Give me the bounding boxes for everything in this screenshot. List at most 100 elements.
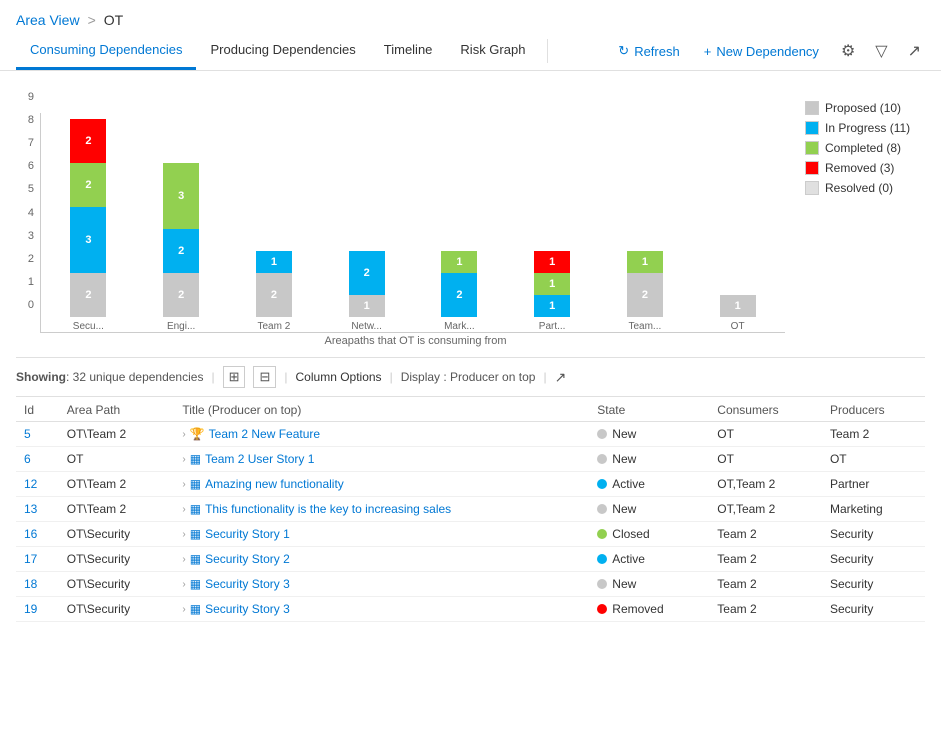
- col-header-state: State: [589, 397, 709, 422]
- work-item-icon: ▦: [190, 477, 201, 491]
- row-state: New: [612, 452, 636, 466]
- row-title-cell: › ▦ Amazing new functionality: [182, 477, 581, 491]
- row-state: New: [612, 427, 636, 441]
- tab-risk[interactable]: Risk Graph: [446, 32, 539, 70]
- y-label-4: 4: [28, 207, 34, 219]
- work-item-icon: ▦: [190, 527, 201, 541]
- row-state-badge: Closed: [597, 527, 701, 541]
- row-title[interactable]: Team 2 New Feature: [209, 427, 320, 441]
- bar-team-other[interactable]: 2 1 Team...: [602, 251, 689, 332]
- breadcrumb-sep: >: [88, 12, 96, 28]
- col-header-title: Title (Producer on top): [174, 397, 589, 422]
- row-id-19[interactable]: 19: [24, 602, 37, 616]
- row-consumers: Team 2: [709, 597, 822, 622]
- row-id-18[interactable]: 18: [24, 577, 37, 591]
- row-area-path: OT\Security: [59, 572, 175, 597]
- refresh-label: Refresh: [634, 44, 680, 59]
- legend-proposed: Proposed (10): [805, 101, 925, 115]
- breadcrumb-area[interactable]: Area View: [16, 12, 80, 28]
- bar-label-engineering: Engi...: [167, 321, 195, 332]
- legend-swatch-proposed: [805, 101, 819, 115]
- y-label-0: 0: [28, 299, 34, 311]
- tab-consuming[interactable]: Consuming Dependencies: [16, 32, 196, 70]
- work-item-icon: ▦: [190, 577, 201, 591]
- bar-label-team-other: Team...: [628, 321, 661, 332]
- bar-network[interactable]: 1 2 Netw...: [323, 251, 410, 332]
- expand-button[interactable]: ↗: [904, 37, 925, 65]
- row-title[interactable]: Amazing new functionality: [205, 477, 344, 491]
- filter-button[interactable]: ▽: [871, 37, 891, 65]
- plus-icon: +: [704, 44, 712, 59]
- row-id-16[interactable]: 16: [24, 527, 37, 541]
- chart-container: 9 8 7 6 5 4 3 2 1 0 2: [16, 91, 925, 347]
- nav-divider: [547, 39, 548, 63]
- row-id-12[interactable]: 12: [24, 477, 37, 491]
- row-area-path: OT\Security: [59, 522, 175, 547]
- nav-actions: ↻ Refresh + New Dependency ⚙ ▽ ↗: [612, 37, 925, 65]
- row-id-13[interactable]: 13: [24, 502, 37, 516]
- state-dot: [597, 554, 607, 564]
- page-header: Area View > OT: [0, 0, 941, 32]
- legend-label-inprogress: In Progress (11): [825, 121, 910, 135]
- bar-ot[interactable]: 1 OT: [694, 295, 781, 332]
- ungroup-icon-btn[interactable]: ⊟: [253, 366, 276, 388]
- legend-swatch-inprogress: [805, 121, 819, 135]
- row-title[interactable]: Security Story 1: [205, 527, 290, 541]
- chevron-right-icon: ›: [182, 604, 185, 615]
- bar-partner[interactable]: 1 1 1 Part...: [509, 251, 596, 332]
- expand-view-icon[interactable]: ↗: [555, 369, 567, 386]
- legend-label-resolved: Resolved (0): [825, 181, 893, 195]
- chevron-right-icon: ›: [182, 554, 185, 565]
- y-label-9: 9: [28, 91, 34, 103]
- display-label: Display : Producer on top: [401, 370, 536, 384]
- new-dependency-button[interactable]: + New Dependency: [698, 40, 825, 63]
- toolbar-sep-4: |: [543, 370, 546, 384]
- row-area-path: OT\Security: [59, 547, 175, 572]
- column-options-link[interactable]: Column Options: [296, 370, 382, 384]
- settings-button[interactable]: ⚙: [837, 37, 859, 65]
- row-producers: Security: [822, 572, 925, 597]
- row-producers: Partner: [822, 472, 925, 497]
- row-area-path: OT\Team 2: [59, 472, 175, 497]
- row-state-badge: New: [597, 502, 701, 516]
- chevron-right-icon: ›: [182, 479, 185, 490]
- row-state-badge: New: [597, 427, 701, 441]
- col-header-id: Id: [16, 397, 59, 422]
- refresh-button[interactable]: ↻ Refresh: [612, 39, 685, 63]
- bar-label-marketing: Mark...: [444, 321, 475, 332]
- bar-engineering[interactable]: 2 2 3 Engi...: [138, 163, 225, 332]
- row-title-cell: › ▦ Security Story 2: [182, 552, 581, 566]
- tab-producing[interactable]: Producing Dependencies: [196, 32, 369, 70]
- row-id-17[interactable]: 17: [24, 552, 37, 566]
- legend-swatch-removed: [805, 161, 819, 175]
- row-title[interactable]: Security Story 3: [205, 602, 290, 616]
- chart-x-title: Areapaths that OT is consuming from: [46, 335, 785, 347]
- row-title[interactable]: Team 2 User Story 1: [205, 452, 314, 466]
- bar-marketing[interactable]: 2 1 Mark...: [416, 251, 503, 332]
- row-id-6[interactable]: 6: [24, 452, 31, 466]
- row-consumers: Team 2: [709, 572, 822, 597]
- legend-swatch-completed: [805, 141, 819, 155]
- tab-timeline[interactable]: Timeline: [370, 32, 447, 70]
- y-label-1: 1: [28, 276, 34, 288]
- row-title[interactable]: Security Story 3: [205, 577, 290, 591]
- data-table: Id Area Path Title (Producer on top) Sta…: [16, 397, 925, 622]
- work-item-icon: ▦: [190, 452, 201, 466]
- row-producers: Security: [822, 522, 925, 547]
- row-id-5[interactable]: 5: [24, 427, 31, 441]
- bar-security[interactable]: 2 3 2 2 Secu...: [45, 119, 132, 332]
- row-state: Active: [612, 552, 645, 566]
- bar-team2[interactable]: 2 1 Team 2: [231, 251, 318, 332]
- row-state: Closed: [612, 527, 649, 541]
- refresh-icon: ↻: [618, 43, 629, 59]
- row-title[interactable]: This functionality is the key to increas…: [205, 502, 451, 516]
- bar-label-ot: OT: [731, 321, 745, 332]
- y-label-8: 8: [28, 114, 34, 126]
- row-producers: OT: [822, 447, 925, 472]
- row-title[interactable]: Security Story 2: [205, 552, 290, 566]
- table-row: 13 OT\Team 2 › ▦ This functionality is t…: [16, 497, 925, 522]
- legend-label-completed: Completed (8): [825, 141, 901, 155]
- row-consumers: OT: [709, 447, 822, 472]
- legend-swatch-resolved: [805, 181, 819, 195]
- group-icon-btn[interactable]: ⊞: [223, 366, 246, 388]
